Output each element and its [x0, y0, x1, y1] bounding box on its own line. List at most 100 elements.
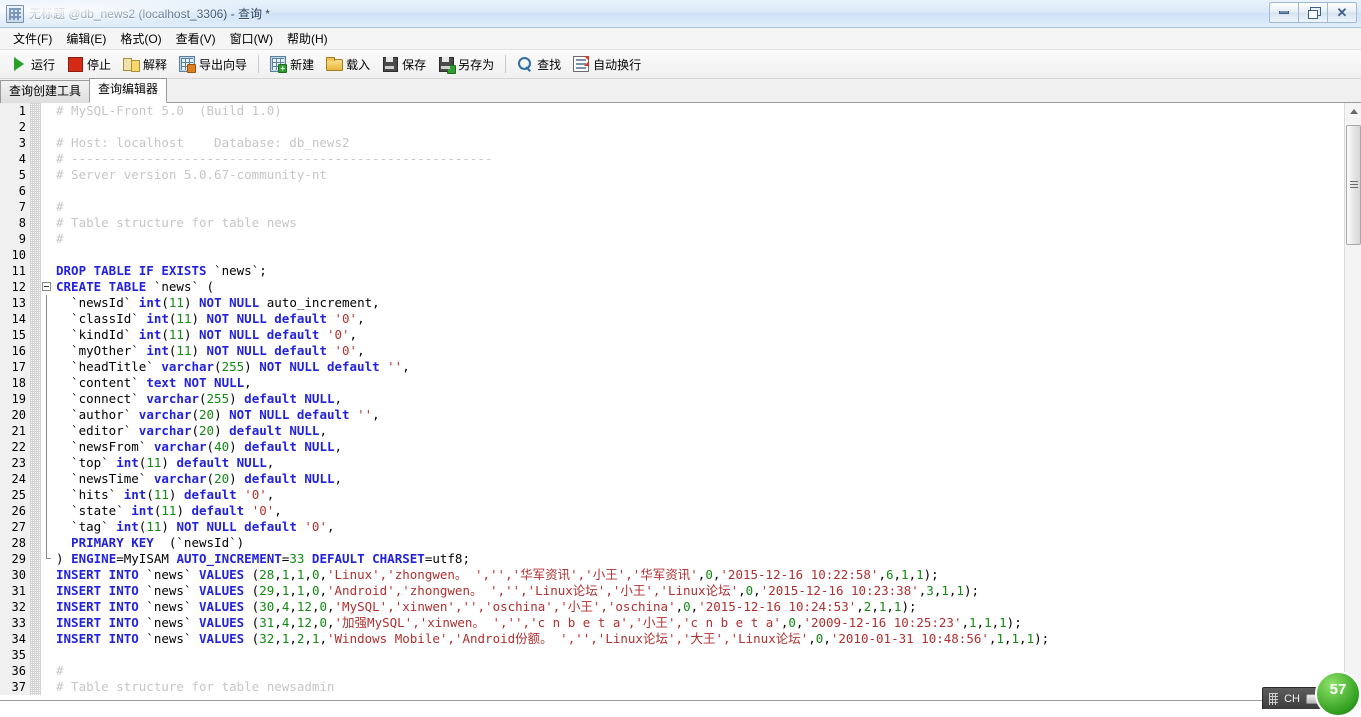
- code-line[interactable]: 27 `tag` int(11) NOT NULL default '0',: [0, 519, 1344, 535]
- code-line[interactable]: 35: [0, 647, 1344, 663]
- code-line[interactable]: 6: [0, 183, 1344, 199]
- fold-column[interactable]: [41, 359, 52, 375]
- fold-column[interactable]: [41, 535, 52, 551]
- save-button[interactable]: 保存: [376, 54, 432, 75]
- code-line[interactable]: 32INSERT INTO `news` VALUES (30,4,12,0,'…: [0, 599, 1344, 615]
- fold-column[interactable]: [41, 375, 52, 391]
- save-as-button[interactable]: 另存为: [432, 54, 500, 75]
- drag-handle-icon[interactable]: [1269, 693, 1278, 705]
- title-bar[interactable]: 无标题 @db_news2 (localhost_3306) - 查询 * ✕: [0, 0, 1361, 28]
- fold-column[interactable]: [41, 519, 52, 535]
- code-line[interactable]: 17 `headTitle` varchar(255) NOT NULL def…: [0, 359, 1344, 375]
- fold-column[interactable]: [41, 311, 52, 327]
- run-button[interactable]: 运行: [5, 54, 61, 75]
- fold-column[interactable]: [41, 551, 52, 567]
- fold-column[interactable]: [41, 615, 52, 631]
- menu-format[interactable]: 格式(O): [113, 28, 168, 49]
- tab-query-builder[interactable]: 查询创建工具: [0, 80, 90, 103]
- code-line[interactable]: 30INSERT INTO `news` VALUES (28,1,1,0,'L…: [0, 567, 1344, 583]
- code-line[interactable]: 11DROP TABLE IF EXISTS `news`;: [0, 263, 1344, 279]
- export-wizard-button[interactable]: 导出向导: [173, 54, 253, 75]
- code-line[interactable]: 16 `myOther` int(11) NOT NULL default '0…: [0, 343, 1344, 359]
- fold-column[interactable]: [41, 199, 52, 215]
- scroll-up-button[interactable]: [1345, 103, 1361, 120]
- code-line[interactable]: 36#: [0, 663, 1344, 679]
- code-line[interactable]: 24 `newsTime` varchar(20) default NULL,: [0, 471, 1344, 487]
- code-line[interactable]: 28 PRIMARY KEY (`newsId`): [0, 535, 1344, 551]
- minimize-button[interactable]: [1269, 2, 1299, 23]
- fold-column[interactable]: [41, 679, 52, 695]
- fold-column[interactable]: [41, 439, 52, 455]
- restore-button[interactable]: [1298, 2, 1328, 23]
- menu-window[interactable]: 窗口(W): [223, 28, 280, 49]
- fold-column[interactable]: [41, 599, 52, 615]
- ime-language-label[interactable]: CH: [1284, 693, 1300, 705]
- code-line[interactable]: 1# MySQL-Front 5.0 (Build 1.0): [0, 103, 1344, 119]
- scrollbar-thumb[interactable]: [1346, 125, 1361, 245]
- fold-column[interactable]: [41, 391, 52, 407]
- code-line[interactable]: 10: [0, 247, 1344, 263]
- status-badge[interactable]: 57: [1315, 671, 1361, 717]
- code-line[interactable]: 22 `newsFrom` varchar(40) default NULL,: [0, 439, 1344, 455]
- fold-column[interactable]: [41, 487, 52, 503]
- fold-column[interactable]: [41, 503, 52, 519]
- find-button[interactable]: 查找: [511, 54, 567, 75]
- tab-query-editor[interactable]: 查询编辑器: [89, 78, 167, 103]
- load-button[interactable]: 载入: [320, 54, 376, 75]
- fold-column[interactable]: [41, 343, 52, 359]
- fold-column[interactable]: [41, 647, 52, 663]
- code-line[interactable]: 5# Server version 5.0.67-community-nt: [0, 167, 1344, 183]
- code-line[interactable]: 2: [0, 119, 1344, 135]
- fold-column[interactable]: [41, 583, 52, 599]
- stop-button[interactable]: 停止: [61, 54, 117, 75]
- code-line[interactable]: 14 `classId` int(11) NOT NULL default '0…: [0, 311, 1344, 327]
- fold-collapse-icon[interactable]: [42, 282, 51, 291]
- code-line[interactable]: 15 `kindId` int(11) NOT NULL default '0'…: [0, 327, 1344, 343]
- code-line[interactable]: 3# Host: localhost Database: db_news2: [0, 135, 1344, 151]
- explain-button[interactable]: 解释: [117, 54, 173, 75]
- code-line[interactable]: 8# Table structure for table news: [0, 215, 1344, 231]
- fold-column[interactable]: [41, 279, 52, 295]
- menu-edit[interactable]: 编辑(E): [59, 28, 113, 49]
- close-button[interactable]: ✕: [1327, 2, 1357, 23]
- fold-column[interactable]: [41, 327, 52, 343]
- code-line[interactable]: 21 `editor` varchar(20) default NULL,: [0, 423, 1344, 439]
- code-line[interactable]: 13 `newsId` int(11) NOT NULL auto_increm…: [0, 295, 1344, 311]
- code-line[interactable]: 37# Table structure for table newsadmin: [0, 679, 1344, 695]
- vertical-scrollbar[interactable]: [1344, 103, 1361, 707]
- fold-column[interactable]: [41, 423, 52, 439]
- fold-column[interactable]: [41, 455, 52, 471]
- fold-column[interactable]: [41, 135, 52, 151]
- fold-column[interactable]: [41, 247, 52, 263]
- fold-column[interactable]: [41, 567, 52, 583]
- menu-file[interactable]: 文件(F): [6, 28, 59, 49]
- fold-column[interactable]: [41, 231, 52, 247]
- menu-help[interactable]: 帮助(H): [280, 28, 335, 49]
- fold-column[interactable]: [41, 407, 52, 423]
- code-line[interactable]: 33INSERT INTO `news` VALUES (31,4,12,0,'…: [0, 615, 1344, 631]
- code-line[interactable]: 9#: [0, 231, 1344, 247]
- fold-column[interactable]: [41, 663, 52, 679]
- fold-column[interactable]: [41, 183, 52, 199]
- new-button[interactable]: + 新建: [264, 54, 320, 75]
- code-line[interactable]: 18 `content` text NOT NULL,: [0, 375, 1344, 391]
- word-wrap-button[interactable]: 自动换行: [567, 54, 647, 75]
- menu-view[interactable]: 查看(V): [169, 28, 223, 49]
- code-line[interactable]: 7#: [0, 199, 1344, 215]
- fold-column[interactable]: [41, 295, 52, 311]
- fold-column[interactable]: [41, 631, 52, 647]
- code-line[interactable]: 29) ENGINE=MyISAM AUTO_INCREMENT=33 DEFA…: [0, 551, 1344, 567]
- code-line[interactable]: 34INSERT INTO `news` VALUES (32,1,2,1,'W…: [0, 631, 1344, 647]
- fold-column[interactable]: [41, 167, 52, 183]
- fold-column[interactable]: [41, 263, 52, 279]
- fold-column[interactable]: [41, 151, 52, 167]
- code-line[interactable]: 19 `connect` varchar(255) default NULL,: [0, 391, 1344, 407]
- code-line[interactable]: 31INSERT INTO `news` VALUES (29,1,1,0,'A…: [0, 583, 1344, 599]
- fold-column[interactable]: [41, 119, 52, 135]
- code-line[interactable]: 12CREATE TABLE `news` (: [0, 279, 1344, 295]
- sql-code-editor[interactable]: 1# MySQL-Front 5.0 (Build 1.0)23# Host: …: [0, 103, 1344, 707]
- fold-column[interactable]: [41, 103, 52, 119]
- fold-column[interactable]: [41, 215, 52, 231]
- code-line[interactable]: 23 `top` int(11) default NULL,: [0, 455, 1344, 471]
- code-line[interactable]: 20 `author` varchar(20) NOT NULL default…: [0, 407, 1344, 423]
